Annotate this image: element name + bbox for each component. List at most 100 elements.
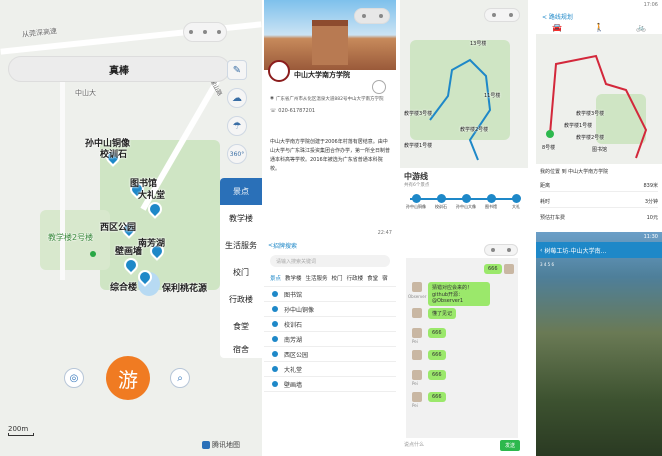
- info-row: 预估打车费 10元: [540, 215, 658, 221]
- avatar: [412, 370, 422, 380]
- plan-map: 教学楼1号楼 教学楼2号楼 教学楼3号楼 图书馆 8号楼: [536, 34, 662, 164]
- route-stop[interactable]: 校训石: [429, 194, 453, 210]
- search-topbar: < 招牌搜索: [264, 238, 396, 252]
- live-video[interactable]: [536, 292, 662, 456]
- tab[interactable]: 教学楼: [285, 274, 302, 282]
- tab[interactable]: 食堂: [367, 274, 378, 282]
- pin-icon: [272, 321, 278, 327]
- route-card: 中游线 共有6个景点 孙中山铜像 校训石 孙中山大像 图书馆 大礼: [400, 168, 528, 228]
- list-item[interactable]: 图书馆: [264, 287, 396, 302]
- right-icons: ✎ ☁ ☂ 360°: [226, 60, 248, 164]
- list-item[interactable]: 西区公园: [264, 347, 396, 362]
- school-name: 中山大学南方学院: [294, 71, 350, 79]
- back-icon[interactable]: ‹: [540, 247, 542, 254]
- category-item[interactable]: 行政楼: [220, 286, 262, 313]
- chat-bubble-right: 666: [428, 328, 446, 338]
- route-plan-panel: 17:06 < 路线规划 🚘 🚶 🚲 教学楼1号楼 教学楼2号楼 教学楼3号楼 图书…: [536, 0, 662, 230]
- fab-label: 游: [118, 367, 138, 392]
- route-stop[interactable]: 孙中山铜像: [404, 194, 428, 210]
- category-item[interactable]: 校门: [220, 259, 262, 286]
- avatar: [504, 264, 514, 274]
- tab[interactable]: 宿: [382, 274, 388, 282]
- live-title-bar: ‹ 树莓工坊-中山大学南...: [536, 242, 662, 258]
- map-label[interactable]: 教学楼2号楼: [48, 232, 93, 243]
- tour-fab-button[interactable]: 游: [106, 356, 150, 400]
- category-menu: 景点 教学楼 生活服务 校门 行政楼 食堂 宿舍: [220, 178, 262, 358]
- pin-icon: [272, 336, 278, 342]
- list-item[interactable]: 南芳湖: [264, 332, 396, 347]
- hand-map-icon[interactable]: ✎: [227, 60, 247, 80]
- category-item[interactable]: 教学楼: [220, 205, 262, 232]
- category-item[interactable]: 生活服务: [220, 232, 262, 259]
- tab[interactable]: 校门: [332, 274, 343, 282]
- category-item[interactable]: 宿舍: [220, 340, 262, 358]
- list-item[interactable]: 壁画墙: [264, 377, 396, 392]
- route-stop[interactable]: 大礼: [504, 194, 528, 210]
- chat-bubble-right: 666: [484, 264, 502, 274]
- tab[interactable]: 生活服务: [306, 274, 328, 282]
- map-label[interactable]: 西区公园: [100, 220, 136, 233]
- category-item[interactable]: 景点: [220, 178, 262, 205]
- map-label: 教学楼3号楼: [576, 111, 605, 117]
- route-sub: 共有6个景点: [404, 183, 430, 188]
- chat-input[interactable]: 说点什么: [404, 441, 490, 451]
- search-text: 真棒: [109, 65, 129, 77]
- list-item[interactable]: 孙中山铜像: [264, 302, 396, 317]
- plan-info-title: 我的位置 到 中山大学南方学院: [540, 169, 609, 175]
- tab[interactable]: 景点: [270, 274, 281, 282]
- capsule-menu[interactable]: [183, 22, 227, 42]
- location-icon: ◉: [270, 96, 274, 101]
- search-bar[interactable]: 真棒: [8, 56, 230, 82]
- map-label: 11号楼: [484, 93, 501, 99]
- map-label[interactable]: 校训石: [100, 147, 127, 160]
- route-stop[interactable]: 图书馆: [479, 194, 503, 210]
- map-label[interactable]: 综合楼: [110, 280, 137, 293]
- location-dot: [90, 251, 96, 257]
- share-icon[interactable]: [372, 80, 386, 94]
- plan-topbar[interactable]: < 路线规划: [536, 10, 662, 23]
- building-shape: [312, 20, 348, 65]
- category-item[interactable]: 食堂: [220, 313, 262, 340]
- map-label[interactable]: 保利桃花源: [162, 281, 207, 294]
- chat-bubble-right: 666: [428, 370, 446, 380]
- phone-row[interactable]: ☏ 020-61787201: [270, 108, 315, 114]
- list-item[interactable]: 大礼堂: [264, 362, 396, 377]
- weather-icon[interactable]: ☁: [227, 88, 247, 108]
- route-panel: 13号楼 教学楼3号楼 11号楼 教学楼2号楼 教学楼1号楼 中游线 共有6个景…: [400, 0, 528, 228]
- list-item[interactable]: 校训石: [264, 317, 396, 332]
- route-title: 中游线: [404, 172, 428, 181]
- search-input[interactable]: 请输入搜索关键词: [270, 255, 390, 267]
- user-name: Pei: [412, 339, 418, 344]
- pin-icon: [272, 366, 278, 372]
- capsule-menu[interactable]: [354, 8, 390, 24]
- panorama-360-icon[interactable]: 360°: [227, 144, 247, 164]
- user-name: Pei: [412, 381, 418, 386]
- school-logo: [268, 60, 290, 82]
- live-stats: 3 4 5 6: [540, 262, 554, 267]
- satellite-icon[interactable]: ☂: [227, 116, 247, 136]
- phone-icon: ☏: [270, 108, 277, 114]
- main-map-panel: 从莞深高速 田螺山路 中山大 真棒 ✎ ☁ ☂ 360° 孙中山铜像 校训石 图…: [0, 0, 262, 456]
- map-label[interactable]: 壁画墙: [115, 244, 142, 257]
- capsule-menu[interactable]: [484, 244, 518, 256]
- map-road-label: 从莞深高速: [21, 27, 58, 39]
- address-row[interactable]: ◉ 广东省广州市从化区温泉大道882号中山大学南方学院: [270, 96, 390, 102]
- search-icon[interactable]: ⌕: [170, 368, 190, 388]
- route-stop[interactable]: 孙中山大像: [454, 194, 478, 210]
- start-pin-icon: [546, 130, 554, 138]
- chat-bubble-right: 666: [428, 350, 446, 360]
- chat-bubble-right: 666: [428, 392, 446, 402]
- tab[interactable]: 行政楼: [347, 274, 364, 282]
- intro-text: 中山大学南方学院创建于2006年村落有居结意。由中山大学与广东珠江投资集团合作办…: [270, 139, 391, 172]
- map-label[interactable]: 南芳湖: [138, 236, 165, 249]
- map-label: 图书馆: [592, 147, 608, 153]
- map-label: 8号楼: [542, 145, 556, 151]
- scale-label: 200m: [8, 425, 29, 433]
- user-name: Observer: [408, 294, 427, 299]
- send-button[interactable]: 发送: [500, 440, 520, 451]
- avatar: [412, 282, 422, 292]
- status-time: 22:47: [377, 230, 392, 236]
- locate-icon[interactable]: ◎: [64, 368, 84, 388]
- avatar: [412, 308, 422, 318]
- map-label[interactable]: 大礼堂: [138, 188, 165, 201]
